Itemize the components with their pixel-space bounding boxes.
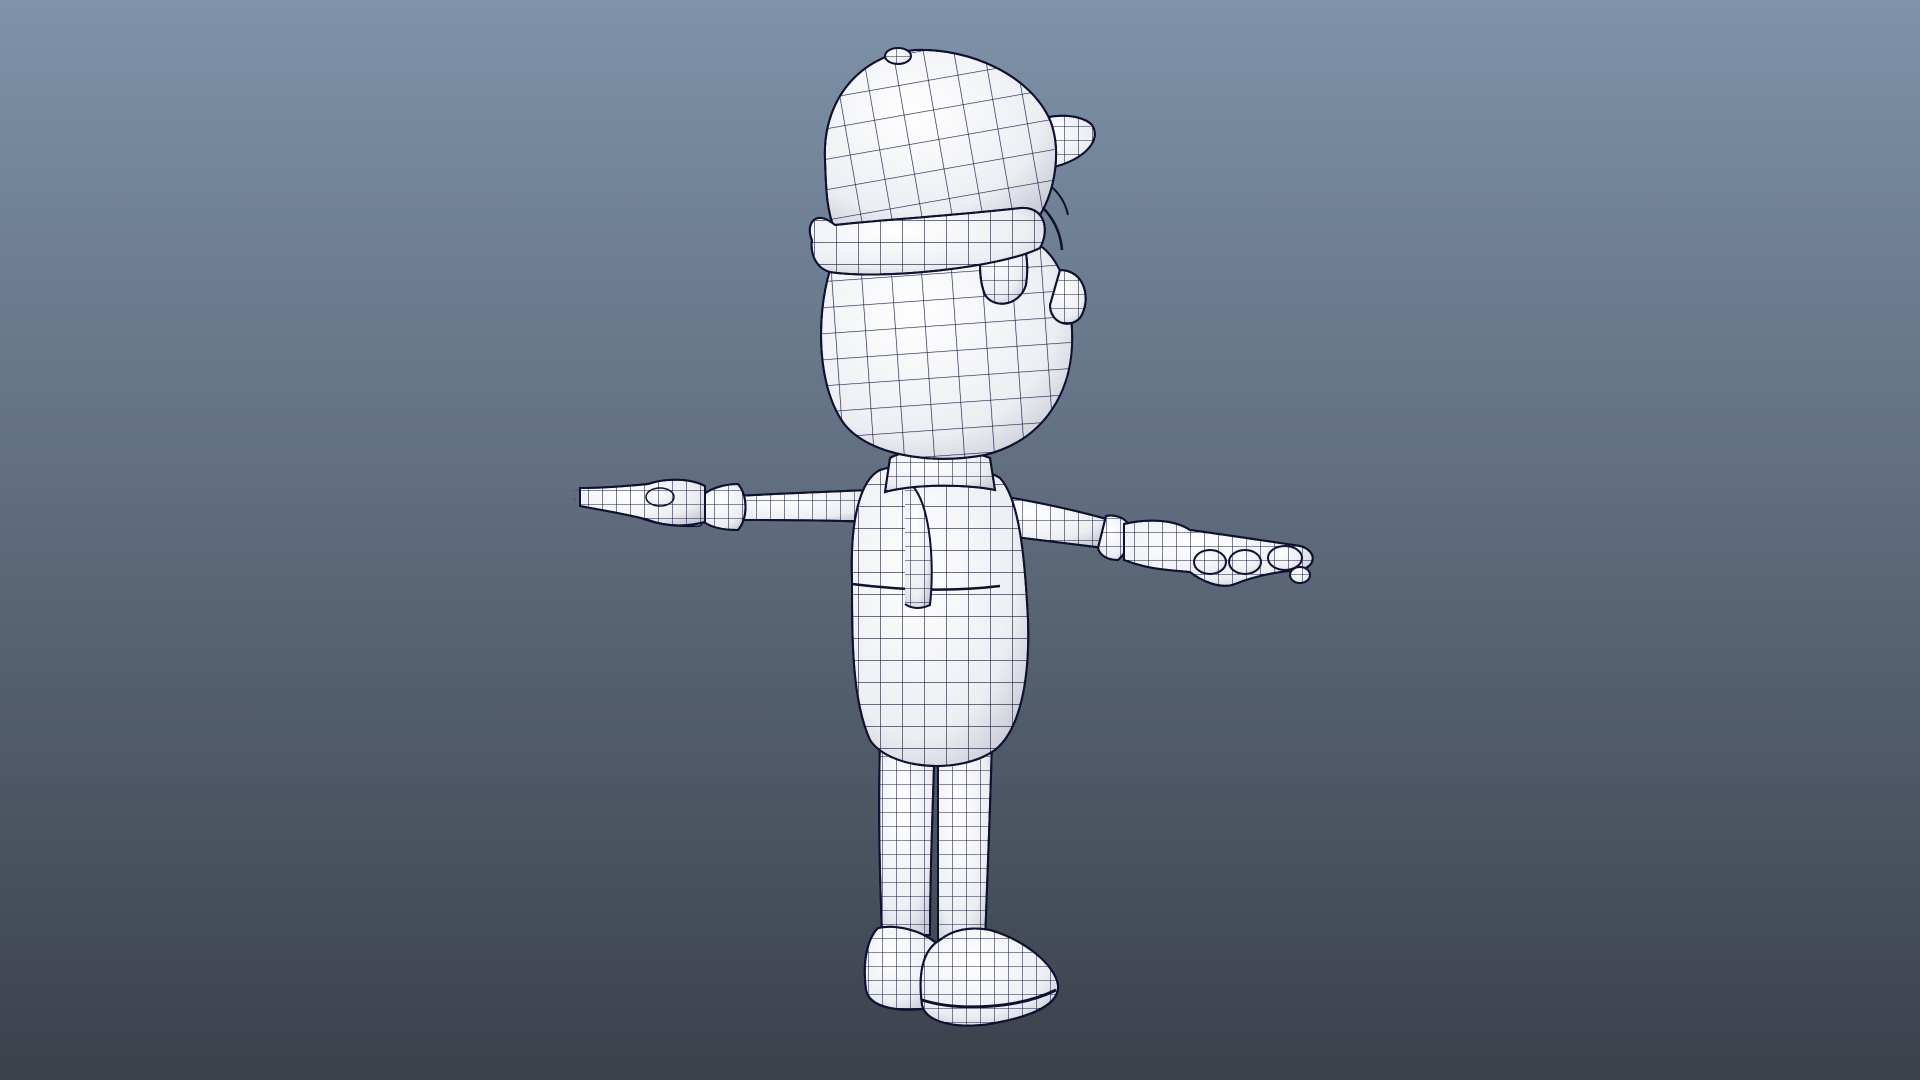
3d-viewport[interactable] — [0, 0, 1920, 1080]
torso[interactable] — [850, 448, 1030, 767]
viewport-canvas[interactable] — [0, 0, 1920, 1080]
